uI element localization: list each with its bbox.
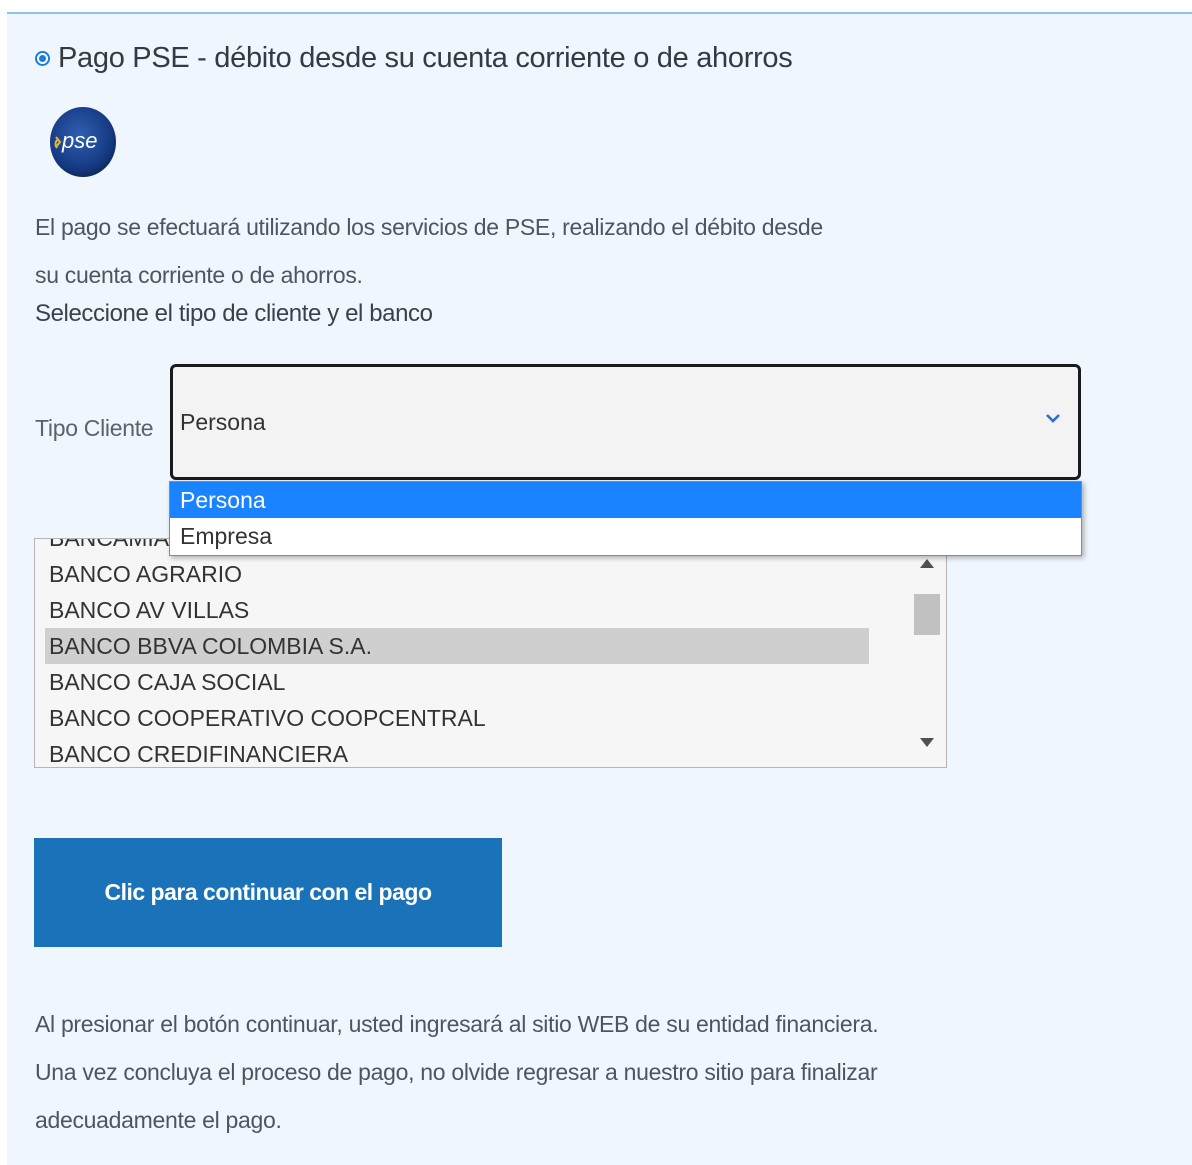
select-heading: Seleccione el tipo de cliente y el banco [35,300,433,327]
scroll-up-arrow-icon[interactable] [920,559,934,568]
tipo-cliente-label: Tipo Cliente [35,415,154,441]
pse-logo-text: pse [61,128,97,153]
pse-payment-option[interactable]: Pago PSE - débito desde su cuenta corrie… [35,42,793,75]
scroll-down-arrow-icon[interactable] [920,738,934,747]
bank-listbox[interactable]: BANCAMIA BANCO AGRARIO BANCO AV VILLAS B… [34,538,947,768]
tipo-cliente-dropdown: Persona Empresa [169,481,1082,556]
description-line-1: El pago se efectuará utilizando los serv… [35,214,823,240]
redirect-note: Al presionar el botón continuar, usted i… [35,1000,975,1144]
radio-button[interactable] [35,51,50,66]
redirect-note-line-2: Una vez concluya el proceso de pago, no … [35,1059,878,1085]
chevron-down-icon [1046,414,1060,423]
payment-description: El pago se efectuará utilizando los serv… [35,203,895,299]
tipo-cliente-value: Persona [180,409,266,435]
scroll-thumb[interactable] [914,594,940,635]
dropdown-option-persona[interactable]: Persona [170,482,1081,518]
redirect-note-line-3: adecuadamente el pago. [35,1107,282,1133]
pse-logo: pse [48,104,118,178]
continue-payment-button[interactable]: Clic para continuar con el pago [34,838,502,947]
description-line-2: su cuenta corriente o de ahorros. [35,262,363,288]
dropdown-option-empresa[interactable]: Empresa [170,518,1081,554]
redirect-note-line-1: Al presionar el botón continuar, usted i… [35,1011,879,1037]
payment-method-title: Pago PSE - débito desde su cuenta corrie… [58,42,793,74]
bank-option[interactable]: BANCO AGRARIO [45,556,869,592]
bank-list-scrollbar[interactable] [910,539,946,767]
bank-option[interactable]: BANCO AV VILLAS [45,592,869,628]
bank-option[interactable]: BANCO CAJA SOCIAL [45,664,869,700]
bank-option[interactable]: BANCO COOPERATIVO COOPCENTRAL [45,700,869,736]
tipo-cliente-select[interactable]: Persona [170,364,1081,480]
bank-option-highlighted[interactable]: BANCO BBVA COLOMBIA S.A. [45,628,869,664]
bank-option[interactable]: BANCO CREDIFINANCIERA [45,736,869,767]
